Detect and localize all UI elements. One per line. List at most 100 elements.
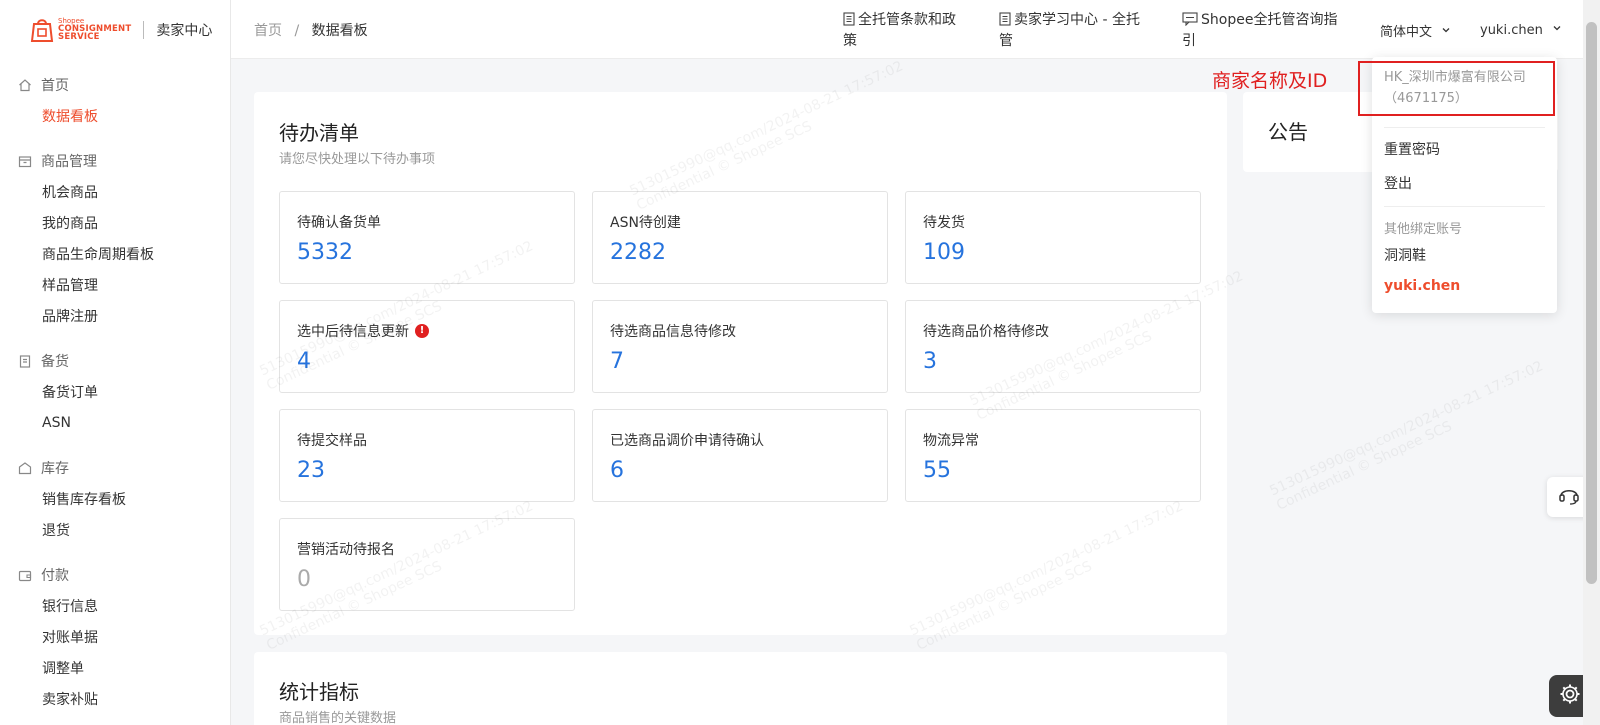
announcement-title: 公告 <box>1268 120 1308 144</box>
breadcrumb-separator: / <box>294 23 300 39</box>
sidebar-item-my-products[interactable]: 我的商品 <box>0 207 230 238</box>
nav-group-home: 首页 数据看板 <box>0 69 230 131</box>
breadcrumb: 首页 / 数据看板 <box>254 20 368 40</box>
nav-group-label: 商品管理 <box>41 153 97 170</box>
link-consultation-guide[interactable]: Shopee全托管咨询指 引 <box>1182 10 1337 52</box>
logo-wordmark: Shopee CONSIGNMENT SERVICE <box>58 17 131 42</box>
nav-group-title[interactable]: 商品管理 <box>0 145 230 176</box>
wallet-icon <box>18 568 32 582</box>
stats-subtitle: 商品销售的关键数据 <box>279 711 397 725</box>
user-menu-trigger[interactable]: yuki.chen <box>1480 21 1561 38</box>
todo-tile-to-ship[interactable]: 待发货 109 <box>905 191 1201 284</box>
todo-subtitle: 请您尽快处理以下待办事项 <box>279 152 436 167</box>
sidebar-item-returns[interactable]: 退货 <box>0 514 230 545</box>
sidebar-item-sales-inventory[interactable]: 销售库存看板 <box>0 483 230 514</box>
todo-tile-price-adjust-confirm[interactable]: 已选商品调价申请待确认 6 <box>592 409 888 502</box>
breadcrumb-current: 数据看板 <box>311 23 368 39</box>
tile-label: 待选商品信息待修改 <box>610 324 736 340</box>
shopee-bag-icon <box>30 17 54 43</box>
tile-label: 待选商品价格待修改 <box>923 324 1049 340</box>
portal-title: 卖家中心 <box>156 22 213 39</box>
link-terms-line1: 全托管条款和政 <box>858 12 956 28</box>
nav-group-title[interactable]: 付款 <box>0 559 230 590</box>
nav-group-payment: 付款 银行信息 对账单据 调整单 卖家补贴 <box>0 559 230 714</box>
language-selector[interactable]: 简体中文 <box>1380 21 1450 40</box>
logout-item[interactable]: 登出 <box>1384 173 1412 193</box>
watermark: 513015990@qq.com/2024-08-21 17:57:02Conf… <box>1267 358 1546 514</box>
tile-label: ASN待创建 <box>610 215 681 231</box>
reset-password-item[interactable]: 重置密码 <box>1384 139 1440 159</box>
nav-group-title[interactable]: 首页 <box>0 69 230 100</box>
tile-value: 3 <box>923 349 937 374</box>
page-scrollbar[interactable] <box>1583 0 1600 725</box>
todo-tile-info-modify[interactable]: 待选商品信息待修改 7 <box>592 300 888 393</box>
link-learning-line2: 管 <box>999 33 1013 49</box>
sidebar-item-sample-management[interactable]: 样品管理 <box>0 269 230 300</box>
sidebar-item-dashboard[interactable]: 数据看板 <box>0 100 230 131</box>
logo-divider <box>143 20 145 39</box>
link-learning-center[interactable]: 卖家学习中心 - 全托 管 <box>999 10 1140 52</box>
scrollbar-thumb[interactable] <box>1586 22 1597 584</box>
stats-card: 统计指标 商品销售的关键数据 <box>254 652 1227 725</box>
divider <box>1384 127 1545 128</box>
document-icon <box>999 12 1011 26</box>
todo-tile-logistics-exception[interactable]: 物流异常 55 <box>905 409 1201 502</box>
sidebar-item-asn[interactable]: ASN <box>0 407 230 438</box>
todo-tile-asn-to-create[interactable]: ASN待创建 2282 <box>592 191 888 284</box>
box-icon <box>18 154 32 168</box>
tile-label: 营销活动待报名 <box>297 542 395 558</box>
sidebar-item-stock-orders[interactable]: 备货订单 <box>0 376 230 407</box>
nav-group-stocking: 备货 备货订单 ASN <box>0 345 230 438</box>
sidebar-item-lifecycle-board[interactable]: 商品生命周期看板 <box>0 238 230 269</box>
chat-icon <box>1182 12 1198 27</box>
tile-value: 7 <box>610 349 624 374</box>
link-terms-policy[interactable]: 全托管条款和政 策 <box>843 10 956 52</box>
todo-tile-info-update[interactable]: 选中后待信息更新! 4 <box>279 300 575 393</box>
todo-card: 待办清单 请您尽快处理以下待办事项 待确认备货单 5332 ASN待创建 228… <box>254 92 1227 635</box>
tile-value: 5332 <box>297 240 353 265</box>
sidebar-item-adjustments[interactable]: 调整单 <box>0 652 230 683</box>
tile-label-text: 选中后待信息更新 <box>297 324 409 340</box>
chevron-down-icon <box>1442 23 1450 33</box>
language-label: 简体中文 <box>1380 25 1433 40</box>
tile-label: 待提交样品 <box>297 433 367 449</box>
link-terms-line2: 策 <box>843 33 857 49</box>
linked-account-current[interactable]: yuki.chen <box>1384 278 1460 294</box>
tile-value: 6 <box>610 458 624 483</box>
document-icon <box>843 12 855 26</box>
tile-value: 0 <box>297 567 311 592</box>
tile-value: 23 <box>297 458 325 483</box>
breadcrumb-home[interactable]: 首页 <box>254 23 282 39</box>
nav-group-title[interactable]: 备货 <box>0 345 230 376</box>
logo-line2: SERVICE <box>58 32 100 42</box>
alert-icon: ! <box>415 324 429 338</box>
gear-icon <box>1558 682 1582 710</box>
annotation-label: 商家名称及ID <box>1212 70 1328 92</box>
sidebar-item-statements[interactable]: 对账单据 <box>0 621 230 652</box>
username-label: yuki.chen <box>1480 23 1543 38</box>
tile-label: 选中后待信息更新! <box>297 321 429 341</box>
nav-group-label: 备货 <box>41 353 69 370</box>
logo-area: Shopee CONSIGNMENT SERVICE 卖家中心 <box>0 0 230 59</box>
warehouse-icon <box>18 461 32 475</box>
sidebar-item-opportunity-products[interactable]: 机会商品 <box>0 176 230 207</box>
todo-tile-pending-stock-confirm[interactable]: 待确认备货单 5332 <box>279 191 575 284</box>
sidebar-item-seller-subsidy[interactable]: 卖家补贴 <box>0 683 230 714</box>
annotation-highlight-box <box>1358 61 1555 116</box>
link-learning-line1: 卖家学习中心 - 全托 <box>1014 12 1140 28</box>
tile-value: 55 <box>923 458 951 483</box>
todo-tile-price-modify[interactable]: 待选商品价格待修改 3 <box>905 300 1201 393</box>
todo-tile-samples-to-submit[interactable]: 待提交样品 23 <box>279 409 575 502</box>
sidebar-item-bank-info[interactable]: 银行信息 <box>0 590 230 621</box>
clipboard-icon <box>18 354 32 368</box>
tile-value: 4 <box>297 349 311 374</box>
tile-label: 待确认备货单 <box>297 215 381 231</box>
nav-group-label: 首页 <box>41 77 69 94</box>
linked-account-item[interactable]: 洞洞鞋 <box>1384 245 1426 265</box>
todo-tile-campaign-signup[interactable]: 营销活动待报名 0 <box>279 518 575 611</box>
nav-group-title[interactable]: 库存 <box>0 452 230 483</box>
sidebar-item-brand-registration[interactable]: 品牌注册 <box>0 300 230 331</box>
link-consultation-line2: 引 <box>1182 33 1196 49</box>
home-icon <box>18 78 32 92</box>
tile-label: 已选商品调价申请待确认 <box>610 433 764 449</box>
